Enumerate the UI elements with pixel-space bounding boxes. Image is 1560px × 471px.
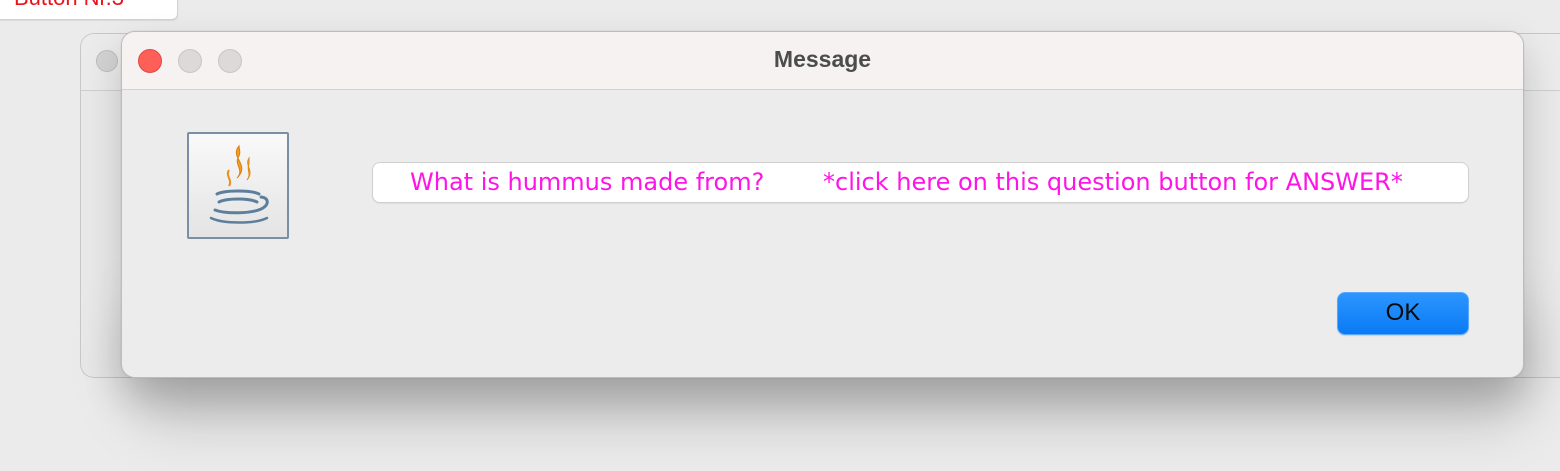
background-window-close-icon[interactable] bbox=[96, 50, 118, 72]
question-text: What is hummus made from? bbox=[410, 168, 765, 196]
ok-button-label: OK bbox=[1385, 299, 1421, 326]
dialog-titlebar[interactable]: Message bbox=[122, 32, 1523, 90]
dialog-title: Message bbox=[773, 46, 872, 72]
ok-button[interactable]: OK bbox=[1337, 292, 1469, 335]
question-button[interactable]: What is hummus made from? *click here on… bbox=[372, 162, 1469, 203]
java-coffee-cup-icon bbox=[187, 132, 289, 239]
background-button-label: Button Nr.3 bbox=[14, 0, 124, 10]
background-button-nr3[interactable]: Button Nr.3 bbox=[0, 0, 178, 20]
message-dialog: Message What is hummus made from? *click… bbox=[121, 31, 1524, 378]
answer-hint-text: *click here on this question button for … bbox=[823, 168, 1403, 196]
